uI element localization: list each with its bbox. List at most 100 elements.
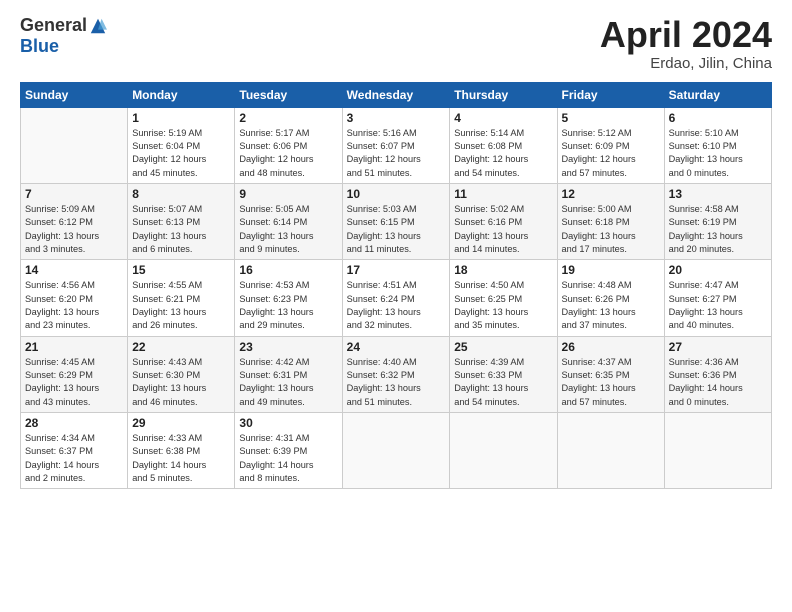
day-number: 12 — [562, 187, 660, 201]
month-year: April 2024 — [600, 15, 772, 55]
day-number: 10 — [347, 187, 446, 201]
calendar-cell: 13 Sunrise: 4:58 AM Sunset: 6:19 PM Dayli… — [664, 183, 771, 259]
calendar-header-tuesday: Tuesday — [235, 82, 342, 107]
calendar-cell — [664, 413, 771, 489]
calendar-header-row: SundayMondayTuesdayWednesdayThursdayFrid… — [21, 82, 772, 107]
day-info: Sunrise: 4:47 AM Sunset: 6:27 PM Dayligh… — [669, 279, 767, 332]
calendar-header-wednesday: Wednesday — [342, 82, 450, 107]
day-number: 26 — [562, 340, 660, 354]
day-number: 9 — [239, 187, 337, 201]
calendar-cell: 29 Sunrise: 4:33 AM Sunset: 6:38 PM Dayli… — [128, 413, 235, 489]
calendar-cell: 28 Sunrise: 4:34 AM Sunset: 6:37 PM Dayli… — [21, 413, 128, 489]
calendar-cell: 18 Sunrise: 4:50 AM Sunset: 6:25 PM Dayli… — [450, 260, 557, 336]
day-info: Sunrise: 5:19 AM Sunset: 6:04 PM Dayligh… — [132, 127, 230, 180]
calendar-cell: 11 Sunrise: 5:02 AM Sunset: 6:16 PM Dayli… — [450, 183, 557, 259]
day-number: 23 — [239, 340, 337, 354]
logo: General Blue — [20, 15, 107, 57]
calendar-cell: 9Sunrise: 5:05 AM Sunset: 6:14 PM Daylig… — [235, 183, 342, 259]
calendar-cell: 5Sunrise: 5:12 AM Sunset: 6:09 PM Daylig… — [557, 107, 664, 183]
day-number: 17 — [347, 263, 446, 277]
title-block: April 2024 Erdao, Jilin, China — [600, 15, 772, 72]
day-number: 8 — [132, 187, 230, 201]
day-info: Sunrise: 4:39 AM Sunset: 6:33 PM Dayligh… — [454, 356, 552, 409]
day-number: 27 — [669, 340, 767, 354]
day-info: Sunrise: 4:37 AM Sunset: 6:35 PM Dayligh… — [562, 356, 660, 409]
calendar-cell: 25 Sunrise: 4:39 AM Sunset: 6:33 PM Dayli… — [450, 336, 557, 412]
day-info: Sunrise: 5:14 AM Sunset: 6:08 PM Dayligh… — [454, 127, 552, 180]
day-number: 20 — [669, 263, 767, 277]
calendar-header-thursday: Thursday — [450, 82, 557, 107]
day-info: Sunrise: 4:34 AM Sunset: 6:37 PM Dayligh… — [25, 432, 123, 485]
day-info: Sunrise: 4:36 AM Sunset: 6:36 PM Dayligh… — [669, 356, 767, 409]
calendar-week-row: 28 Sunrise: 4:34 AM Sunset: 6:37 PM Dayli… — [21, 413, 772, 489]
calendar-cell: 16 Sunrise: 4:53 AM Sunset: 6:23 PM Dayli… — [235, 260, 342, 336]
calendar-cell — [557, 413, 664, 489]
day-number: 16 — [239, 263, 337, 277]
calendar-cell: 3 Sunrise: 5:16 AM Sunset: 6:07 PM Daylig… — [342, 107, 450, 183]
day-number: 24 — [347, 340, 446, 354]
day-info: Sunrise: 5:10 AM Sunset: 6:10 PM Dayligh… — [669, 127, 767, 180]
day-info: Sunrise: 5:16 AM Sunset: 6:07 PM Dayligh… — [347, 127, 446, 180]
calendar-cell — [342, 413, 450, 489]
day-number: 28 — [25, 416, 123, 430]
day-info: Sunrise: 4:53 AM Sunset: 6:23 PM Dayligh… — [239, 279, 337, 332]
day-info: Sunrise: 4:51 AM Sunset: 6:24 PM Dayligh… — [347, 279, 446, 332]
day-info: Sunrise: 5:07 AM Sunset: 6:13 PM Dayligh… — [132, 203, 230, 256]
day-info: Sunrise: 4:33 AM Sunset: 6:38 PM Dayligh… — [132, 432, 230, 485]
calendar-header-monday: Monday — [128, 82, 235, 107]
calendar-cell: 6Sunrise: 5:10 AM Sunset: 6:10 PM Daylig… — [664, 107, 771, 183]
day-info: Sunrise: 4:58 AM Sunset: 6:19 PM Dayligh… — [669, 203, 767, 256]
day-number: 15 — [132, 263, 230, 277]
calendar-cell: 7 Sunrise: 5:09 AM Sunset: 6:12 PM Daylig… — [21, 183, 128, 259]
logo-blue: Blue — [20, 36, 59, 57]
calendar-cell: 10 Sunrise: 5:03 AM Sunset: 6:15 PM Dayli… — [342, 183, 450, 259]
calendar-cell: 24 Sunrise: 4:40 AM Sunset: 6:32 PM Dayli… — [342, 336, 450, 412]
day-info: Sunrise: 5:02 AM Sunset: 6:16 PM Dayligh… — [454, 203, 552, 256]
day-number: 30 — [239, 416, 337, 430]
day-number: 3 — [347, 111, 446, 125]
day-number: 4 — [454, 111, 552, 125]
calendar-cell: 4 Sunrise: 5:14 AM Sunset: 6:08 PM Daylig… — [450, 107, 557, 183]
calendar: SundayMondayTuesdayWednesdayThursdayFrid… — [20, 82, 772, 490]
day-info: Sunrise: 4:55 AM Sunset: 6:21 PM Dayligh… — [132, 279, 230, 332]
calendar-header-sunday: Sunday — [21, 82, 128, 107]
day-number: 5 — [562, 111, 660, 125]
day-number: 7 — [25, 187, 123, 201]
day-info: Sunrise: 5:09 AM Sunset: 6:12 PM Dayligh… — [25, 203, 123, 256]
day-info: Sunrise: 4:48 AM Sunset: 6:26 PM Dayligh… — [562, 279, 660, 332]
day-info: Sunrise: 4:40 AM Sunset: 6:32 PM Dayligh… — [347, 356, 446, 409]
day-number: 29 — [132, 416, 230, 430]
calendar-cell: 17 Sunrise: 4:51 AM Sunset: 6:24 PM Dayli… — [342, 260, 450, 336]
day-info: Sunrise: 5:00 AM Sunset: 6:18 PM Dayligh… — [562, 203, 660, 256]
calendar-header-saturday: Saturday — [664, 82, 771, 107]
calendar-week-row: 21Sunrise: 4:45 AM Sunset: 6:29 PM Dayli… — [21, 336, 772, 412]
day-info: Sunrise: 4:56 AM Sunset: 6:20 PM Dayligh… — [25, 279, 123, 332]
day-number: 13 — [669, 187, 767, 201]
day-number: 18 — [454, 263, 552, 277]
calendar-cell: 8 Sunrise: 5:07 AM Sunset: 6:13 PM Daylig… — [128, 183, 235, 259]
day-number: 11 — [454, 187, 552, 201]
page: General Blue April 2024 Erdao, Jilin, Ch… — [0, 0, 792, 499]
day-number: 25 — [454, 340, 552, 354]
day-info: Sunrise: 4:45 AM Sunset: 6:29 PM Dayligh… — [25, 356, 123, 409]
calendar-week-row: 7 Sunrise: 5:09 AM Sunset: 6:12 PM Daylig… — [21, 183, 772, 259]
location: Erdao, Jilin, China — [600, 55, 772, 72]
calendar-cell: 12 Sunrise: 5:00 AM Sunset: 6:18 PM Dayli… — [557, 183, 664, 259]
calendar-cell: 26 Sunrise: 4:37 AM Sunset: 6:35 PM Dayli… — [557, 336, 664, 412]
calendar-cell: 22Sunrise: 4:43 AM Sunset: 6:30 PM Dayli… — [128, 336, 235, 412]
day-info: Sunrise: 5:17 AM Sunset: 6:06 PM Dayligh… — [239, 127, 337, 180]
day-info: Sunrise: 4:42 AM Sunset: 6:31 PM Dayligh… — [239, 356, 337, 409]
day-number: 22 — [132, 340, 230, 354]
day-info: Sunrise: 4:50 AM Sunset: 6:25 PM Dayligh… — [454, 279, 552, 332]
calendar-cell — [21, 107, 128, 183]
day-info: Sunrise: 5:03 AM Sunset: 6:15 PM Dayligh… — [347, 203, 446, 256]
calendar-cell: 30Sunrise: 4:31 AM Sunset: 6:39 PM Dayli… — [235, 413, 342, 489]
calendar-cell: 1Sunrise: 5:19 AM Sunset: 6:04 PM Daylig… — [128, 107, 235, 183]
calendar-cell: 27 Sunrise: 4:36 AM Sunset: 6:36 PM Dayli… — [664, 336, 771, 412]
logo-icon — [89, 17, 107, 35]
calendar-week-row: 1Sunrise: 5:19 AM Sunset: 6:04 PM Daylig… — [21, 107, 772, 183]
calendar-cell: 19Sunrise: 4:48 AM Sunset: 6:26 PM Dayli… — [557, 260, 664, 336]
calendar-cell: 14Sunrise: 4:56 AM Sunset: 6:20 PM Dayli… — [21, 260, 128, 336]
logo-general: General — [20, 15, 87, 36]
calendar-week-row: 14Sunrise: 4:56 AM Sunset: 6:20 PM Dayli… — [21, 260, 772, 336]
